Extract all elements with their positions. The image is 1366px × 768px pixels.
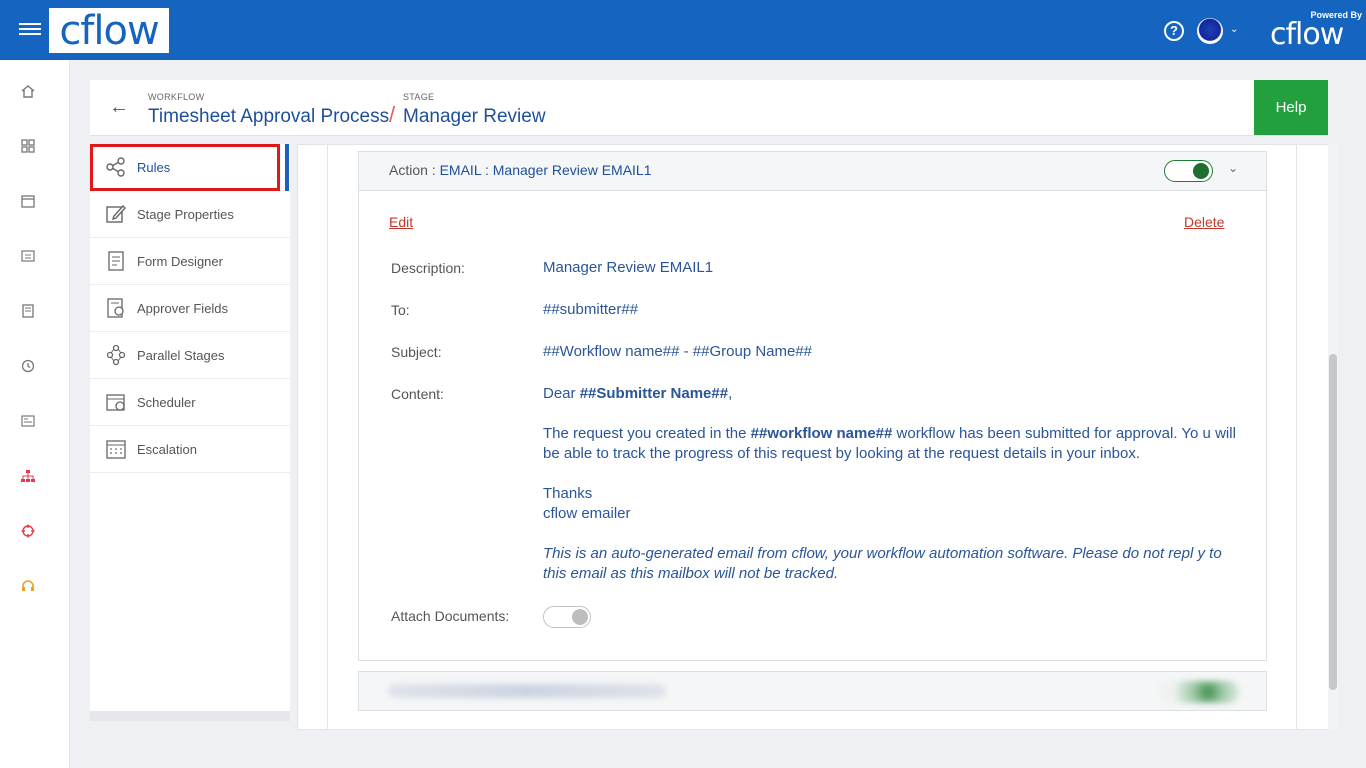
to-value: ##submitter## <box>543 301 639 318</box>
hamburger-menu-icon[interactable] <box>19 20 41 40</box>
greeting-name: ##Submitter Name## <box>579 385 729 402</box>
rules-highlight-box <box>90 144 280 191</box>
user-avatar[interactable] <box>1197 18 1223 44</box>
action-enabled-toggle[interactable] <box>1164 160 1213 182</box>
workflow-caption: WORKFLOW <box>148 92 205 102</box>
delete-link[interactable]: Delete <box>1184 214 1224 230</box>
toggle-knob <box>1193 163 1209 179</box>
side-menu-scrollbar[interactable] <box>90 711 290 721</box>
headset-icon[interactable] <box>20 579 36 593</box>
side-menu-label: Stage Properties <box>137 206 234 222</box>
stage-caption: STAGE <box>403 92 435 102</box>
target-icon[interactable] <box>20 524 36 538</box>
side-menu-label: Form Designer <box>137 253 223 269</box>
footer-text: This is an auto-generated email from cfl… <box>543 545 1222 582</box>
id-card-icon[interactable] <box>20 249 36 263</box>
powered-by-logo: cflow <box>1270 17 1344 52</box>
apps-grid-icon[interactable] <box>20 139 36 153</box>
description-label: Description: <box>391 260 465 276</box>
content-thanks: Thanks <box>543 485 593 502</box>
description-value: Manager Review EMAIL1 <box>543 259 714 276</box>
greeting-prefix: Dear <box>543 385 580 402</box>
top-bar: cflow ? ⌄ Powered By cflow <box>0 0 1366 60</box>
breadcrumb-separator: / <box>389 102 396 127</box>
workflow-name-link[interactable]: Timesheet Approval Process <box>148 106 389 128</box>
side-menu-label: Scheduler <box>137 394 196 410</box>
app-logo[interactable]: cflow <box>49 8 169 53</box>
action-type: EMAIL : Manager Review EMAIL1 <box>439 162 652 178</box>
blurred-action-title <box>388 684 666 698</box>
hierarchy-icon[interactable] <box>20 469 36 483</box>
action-prefix: Action : <box>389 162 440 178</box>
active-item-indicator <box>285 144 289 191</box>
content-label: Content: <box>391 386 444 402</box>
paragraph-prefix: The request you created in the <box>543 425 751 442</box>
chevron-down-icon[interactable]: ⌄ <box>1228 161 1238 175</box>
side-menu-item-approver-fields[interactable]: Approver Fields <box>90 285 290 332</box>
attach-documents-label: Attach Documents: <box>391 608 510 624</box>
book-icon[interactable] <box>20 304 36 318</box>
side-menu-label: Parallel Stages <box>137 347 225 363</box>
back-arrow-icon[interactable]: ← <box>109 96 129 119</box>
subject-value: ##Workflow name## - ##Group Name## <box>543 343 813 360</box>
attach-documents-toggle[interactable] <box>543 606 591 628</box>
side-menu-item-form-designer[interactable]: Form Designer <box>90 238 290 285</box>
content-footer: This is an auto-generated email from cfl… <box>543 544 1238 584</box>
side-menu-label: Approver Fields <box>137 300 229 316</box>
side-menu-item-escalation[interactable]: Escalation <box>90 426 290 473</box>
scheduler-icon <box>106 394 125 411</box>
chevron-down-icon[interactable]: ⌄ <box>1230 24 1238 35</box>
blurred-toggle <box>1160 681 1240 703</box>
content-greeting: Dear ##Submitter Name##, <box>543 384 1238 404</box>
side-menu-item-stage-properties[interactable]: Stage Properties <box>90 191 290 238</box>
form-icon <box>108 251 124 271</box>
content-paragraph: The request you created in the ##workflo… <box>543 424 1238 464</box>
page-header: ← WORKFLOW Timesheet Approval Process / … <box>90 80 1328 136</box>
approver-icon <box>107 298 124 318</box>
side-menu-label: Escalation <box>137 441 197 457</box>
home-icon[interactable] <box>20 84 36 98</box>
history-icon[interactable] <box>20 359 36 373</box>
parallel-icon <box>106 344 126 366</box>
help-circle-icon[interactable]: ? <box>1164 21 1184 41</box>
escalation-icon <box>106 440 126 459</box>
help-button[interactable]: Help <box>1254 80 1328 135</box>
to-label: To: <box>391 302 410 318</box>
stage-name: Manager Review <box>403 106 546 127</box>
logo-text: cflow <box>59 7 159 54</box>
side-menu-item-scheduler[interactable]: Scheduler <box>90 379 290 426</box>
edit-icon <box>106 204 126 223</box>
content-signature: cflow emailer <box>543 505 631 522</box>
main-scrollbar-thumb[interactable] <box>1329 354 1337 690</box>
subject-label: Subject: <box>391 344 442 360</box>
edit-link[interactable]: Edit <box>389 214 413 230</box>
calendar-icon[interactable] <box>20 194 36 208</box>
toggle-knob <box>572 609 588 625</box>
left-rail <box>0 60 70 768</box>
greeting-suffix: , <box>728 385 733 402</box>
side-menu-item-parallel-stages[interactable]: Parallel Stages <box>90 332 290 379</box>
report-icon[interactable] <box>20 414 36 428</box>
paragraph-bold: ##workflow name## <box>750 425 893 442</box>
action-title: Action : EMAIL : Manager Review EMAIL1 <box>389 162 652 178</box>
